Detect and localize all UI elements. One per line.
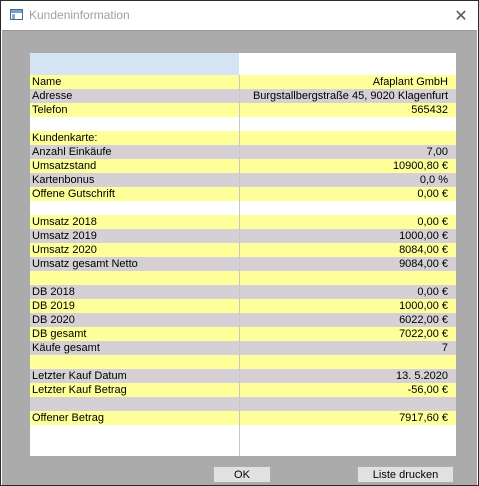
row-value: 7022,00 € [399,328,448,340]
row-label: Umsatzstand [32,160,97,172]
row-value: 0,00 € [417,216,448,228]
row-label: Kundenkarte: [32,132,98,144]
table-row[interactable]: Telefon 565432 [30,103,456,117]
row-label: DB 2018 [32,286,75,298]
row-value: 8084,00 € [399,244,448,256]
row-value: 565432 [411,104,448,116]
close-icon[interactable]: ✕ [444,1,478,30]
print-list-button[interactable]: Liste drucken [357,466,454,483]
table-row[interactable]: Offene Gutschrift 0,00 € [30,187,456,201]
row-value: 7917,60 € [399,412,448,424]
table-row[interactable]: DB 2018 0,00 € [30,285,456,299]
row-value: 13. 5.2020 [396,370,448,382]
row-label: Offener Betrag [32,412,104,424]
row-value: 0,00 € [417,188,448,200]
row-value: 1000,00 € [399,300,448,312]
table-row[interactable]: Letzter Kauf Datum 13. 5.2020 [30,369,456,383]
table-row[interactable]: Letzter Kauf Betrag -56,00 € [30,383,456,397]
ok-button[interactable]: OK [213,466,271,483]
grid-header-value-column[interactable] [239,53,456,75]
table-row[interactable] [30,117,456,131]
row-label: DB 2020 [32,314,75,326]
row-value: -56,00 € [407,384,448,396]
row-label: Telefon [32,104,68,116]
customer-info-grid: Name Afaplant GmbH Adresse Burgstallbergstr… [30,53,456,456]
row-value: Afaplant GmbH [372,76,448,88]
table-row[interactable] [30,397,456,411]
row-value: 7 [441,342,448,354]
table-row[interactable]: Umsatz gesamt Netto 9084,00 € [30,257,456,271]
table-row[interactable] [30,201,456,215]
customer-info-window: Kundeninformation ✕ Name Afaplant GmbH Adr… [0,0,479,486]
row-value: 9084,00 € [399,258,448,270]
window-title: Kundeninformation [29,8,130,22]
table-row[interactable]: Kundenkarte: [30,131,456,145]
row-label: Käufe gesamt [32,342,100,354]
table-row[interactable]: Umsatz 2019 1000,00 € [30,229,456,243]
row-label: Adresse [32,90,73,102]
window-app-icon [10,9,23,20]
table-row[interactable]: Käufe gesamt 7 [30,341,456,355]
row-value: 1000,00 € [399,230,448,242]
table-row[interactable]: DB gesamt 7022,00 € [30,327,456,341]
row-value: 7,00 [426,146,448,158]
table-row[interactable]: DB 2019 1000,00 € [30,299,456,313]
table-row[interactable]: Umsatzstand 10900,80 € [30,159,456,173]
row-label: DB 2019 [32,300,75,312]
row-value: 6022,00 € [399,314,448,326]
row-label: Umsatz gesamt Netto [32,258,138,270]
row-label: Umsatz 2018 [32,216,97,228]
row-value: Burgstallbergstraße 45, 9020 Klagenfurt [252,90,448,102]
row-label: Letzter Kauf Datum [32,370,127,382]
row-label: DB gesamt [32,328,87,340]
row-label: Umsatz 2020 [32,244,97,256]
dialog-client-area: Name Afaplant GmbH Adresse Burgstallbergstr… [2,30,477,485]
table-row[interactable] [30,355,456,369]
table-row[interactable]: Anzahl Einkäufe 7,00 [30,145,456,159]
table-row[interactable]: Kartenbonus 0,0 % [30,173,456,187]
table-row[interactable]: Umsatz 2018 0,00 € [30,215,456,229]
table-row[interactable]: DB 2020 6022,00 € [30,313,456,327]
grid-header-label-column[interactable] [30,53,239,75]
row-value: 0,00 € [417,286,448,298]
title-bar[interactable]: Kundeninformation ✕ [1,1,478,30]
row-value: 0,0 % [419,174,448,186]
row-label: Anzahl Einkäufe [32,146,112,158]
table-row[interactable]: Offener Betrag 7917,60 € [30,411,456,425]
table-row[interactable] [30,271,456,285]
grid-rows: Name Afaplant GmbH Adresse Burgstallbergstr… [30,75,456,425]
row-label: Umsatz 2019 [32,230,97,242]
row-label: Offene Gutschrift [32,188,115,200]
row-value: 10900,80 € [392,160,448,172]
table-row[interactable]: Name Afaplant GmbH [30,75,456,89]
row-label: Name [32,76,62,88]
table-row[interactable]: Adresse Burgstallbergstraße 45, 9020 Klag… [30,89,456,103]
grid-header [30,53,456,75]
row-label: Kartenbonus [32,174,95,186]
row-label: Letzter Kauf Betrag [32,384,127,396]
table-row[interactable]: Umsatz 2020 8084,00 € [30,243,456,257]
column-divider [239,75,240,456]
